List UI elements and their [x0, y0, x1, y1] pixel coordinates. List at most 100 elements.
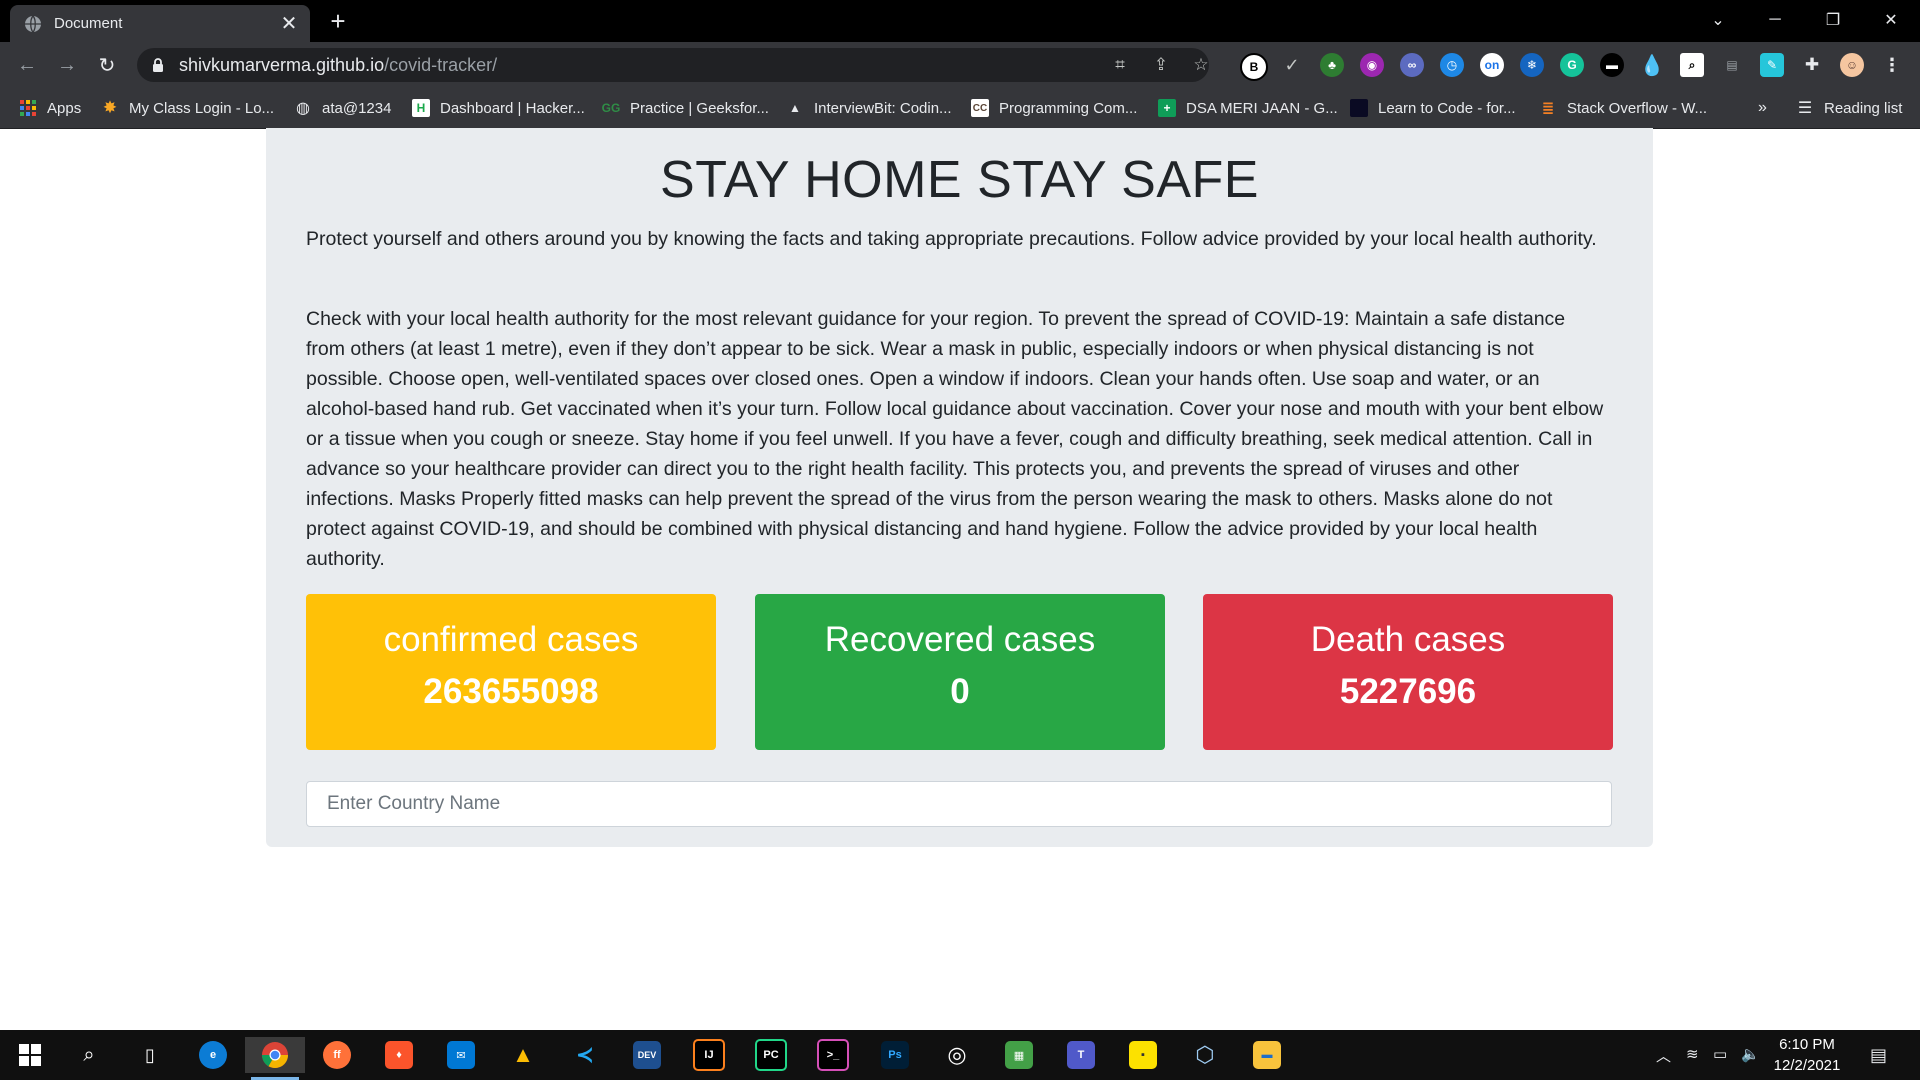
death-cases-card: Death cases 5227696: [1203, 594, 1613, 750]
bookmark-geeksforgeeks[interactable]: GG Practice | Geeksfor...: [602, 97, 769, 119]
tab-search-chevron-icon[interactable]: ⌄: [1695, 0, 1741, 40]
sticky-notes-taskbar-icon[interactable]: ▪: [1123, 1037, 1163, 1073]
bookmark-label: Programming Com...: [999, 99, 1138, 117]
globe-icon: [24, 15, 42, 33]
extensions-puzzle-icon[interactable]: ✚: [1800, 53, 1824, 77]
reload-button[interactable]: ↻: [93, 51, 121, 79]
minimize-button[interactable]: ─: [1752, 0, 1798, 40]
bookmark-codechef[interactable]: CC Programming Com...: [971, 97, 1137, 119]
geeksforgeeks-icon: GG: [601, 101, 621, 115]
back-button[interactable]: ←: [13, 51, 41, 79]
extension-purple-icon[interactable]: ◉: [1360, 53, 1384, 77]
pen-extension-icon[interactable]: ✎: [1760, 53, 1784, 77]
intellij-taskbar-icon[interactable]: IJ: [689, 1037, 729, 1073]
start-button[interactable]: [10, 1037, 50, 1073]
brave-taskbar-icon[interactable]: ♦: [379, 1037, 419, 1073]
bluestacks-taskbar-icon[interactable]: ▦: [999, 1037, 1039, 1073]
recovered-cases-value: 0: [950, 672, 970, 711]
droplet-extension-icon[interactable]: 💧: [1640, 53, 1665, 77]
bookmark-star-icon[interactable]: ☆: [1190, 54, 1212, 76]
checkmark-extension-icon[interactable]: ✓: [1280, 53, 1304, 77]
chrome-taskbar-icon[interactable]: [245, 1037, 305, 1080]
extension-dark-icon[interactable]: ▬: [1600, 53, 1624, 77]
teams-taskbar-icon[interactable]: T: [1061, 1037, 1101, 1073]
codechef-icon: CC: [971, 99, 989, 117]
bookmark-apps[interactable]: Apps: [19, 97, 81, 119]
browser-tab[interactable]: Document ✕: [10, 5, 310, 42]
google-drive-taskbar-icon[interactable]: ▲: [503, 1037, 543, 1073]
devcpp-taskbar-icon[interactable]: DEV: [627, 1037, 667, 1073]
lock-icon[interactable]: [151, 56, 165, 74]
battery-icon[interactable]: ▭: [1713, 1045, 1727, 1063]
obs-taskbar-icon[interactable]: ◎: [937, 1037, 977, 1073]
guidance-paragraph: Check with your local health authority f…: [306, 308, 1604, 570]
new-tab-button[interactable]: +: [325, 8, 351, 34]
bookmark-hackerrank[interactable]: H Dashboard | Hacker...: [412, 97, 585, 119]
bookmark-label: DSA MERI JAAN - G...: [1186, 99, 1338, 117]
bookmark-label: Stack Overflow - W...: [1567, 99, 1708, 117]
confirmed-cases-card: confirmed cases 263655098: [306, 594, 716, 750]
wifi-icon[interactable]: ≋: [1686, 1045, 1699, 1063]
freecodecamp-icon: [1350, 99, 1368, 117]
volume-icon[interactable]: 🔈: [1741, 1045, 1760, 1063]
clock-time: 6:10 PM: [1779, 1036, 1835, 1053]
bookmarks-overflow-button[interactable]: »: [1758, 97, 1767, 119]
bookmark-label: ata@1234: [322, 99, 392, 117]
close-tab-icon[interactable]: ✕: [278, 13, 300, 35]
mail-taskbar-icon[interactable]: ✉: [441, 1037, 481, 1073]
show-hidden-icons-chevron-icon[interactable]: ︿: [1656, 1045, 1671, 1066]
notification-center-icon[interactable]: ▤: [1870, 1045, 1887, 1066]
intro-paragraph: Protect yourself and others around you b…: [306, 228, 1597, 250]
extension-glasses-icon[interactable]: ∞: [1400, 53, 1424, 77]
bookmark-freecodecamp[interactable]: Learn to Code - for...: [1350, 97, 1516, 119]
reading-list-button[interactable]: ☰ Reading list: [1796, 97, 1903, 119]
bookmark-interviewbit[interactable]: ▲ InterviewBit: Codin...: [786, 97, 952, 119]
edge-taskbar-icon[interactable]: e: [193, 1037, 233, 1073]
vscode-taskbar-icon[interactable]: ≺: [565, 1037, 605, 1073]
reading-list-label: Reading list: [1824, 99, 1903, 117]
bookmark-ata[interactable]: ◍ ata@1234: [294, 97, 391, 119]
tree-extension-icon[interactable]: ♣: [1320, 53, 1344, 77]
bookmark-dsa-sheet[interactable]: + DSA MERI JAAN - G...: [1158, 97, 1338, 119]
terminal-taskbar-icon[interactable]: >_: [813, 1037, 853, 1073]
chrome-menu-icon[interactable]: ⋮: [1880, 53, 1904, 77]
windows-taskbar: ⌕ ▯ e ff ♦ ✉ ▲ ≺ DEV IJ PC >_ Ps ◎ ▦ T ▪…: [0, 1030, 1920, 1080]
profile-avatar[interactable]: ☺: [1840, 53, 1864, 77]
clock-extension-icon[interactable]: ◷: [1440, 53, 1464, 77]
notes-extension-icon[interactable]: ▤: [1720, 53, 1744, 77]
jumbotron-container: STAY HOME STAY SAFE Protect yourself and…: [266, 128, 1653, 847]
address-bar[interactable]: shivkumarverma.github.io/covid-tracker/: [137, 48, 1209, 82]
search-taskbar-icon[interactable]: ⌕: [69, 1037, 109, 1073]
browser-tab-strip: Document ✕ + ⌄ ─ ❐ ✕: [0, 0, 1920, 42]
share-icon[interactable]: ⇪: [1150, 54, 1172, 76]
bookmark-stackoverflow[interactable]: ≣ Stack Overflow - W...: [1539, 97, 1707, 119]
recovered-cases-card: Recovered cases 0: [755, 594, 1165, 750]
pycharm-taskbar-icon[interactable]: PC: [751, 1037, 791, 1073]
snowflake-extension-icon[interactable]: ❄: [1520, 53, 1544, 77]
country-search-input[interactable]: [306, 781, 1612, 827]
hackerrank-icon: H: [412, 99, 430, 117]
bookmark-label: Dashboard | Hacker...: [440, 99, 585, 117]
photoshop-taskbar-icon[interactable]: Ps: [875, 1037, 915, 1073]
close-window-button[interactable]: ✕: [1868, 0, 1914, 40]
restore-button[interactable]: ❐: [1810, 0, 1856, 40]
google-sheets-icon: +: [1158, 99, 1176, 117]
search-extension-icon[interactable]: ⌕: [1680, 53, 1704, 77]
bookmark-label: Apps: [47, 99, 82, 117]
taskbar-clock[interactable]: 6:10 PM 12/2/2021: [1762, 1034, 1852, 1076]
file-explorer-taskbar-icon[interactable]: ▬: [1247, 1037, 1287, 1073]
grammarly-icon[interactable]: G: [1560, 53, 1584, 77]
url-path: /covid-tracker/: [384, 54, 498, 75]
extension-toggle-icon[interactable]: on: [1480, 53, 1504, 77]
url-host: shivkumarverma.github.io: [179, 54, 385, 75]
recovered-cases-label: Recovered cases: [824, 620, 1096, 659]
bookmark-label: My Class Login - Lo...: [129, 99, 275, 117]
bookmark-my-class[interactable]: ✸ My Class Login - Lo...: [101, 97, 274, 119]
task-view-icon[interactable]: ▯: [130, 1037, 170, 1073]
browser-toolbar: ← → ↻ shivkumarverma.github.io/covid-tra…: [0, 42, 1920, 88]
translate-icon[interactable]: ⌗: [1109, 54, 1131, 76]
extension-b-icon[interactable]: B: [1240, 53, 1268, 81]
forward-button[interactable]: →: [53, 51, 81, 79]
virtualbox-taskbar-icon[interactable]: ⬡: [1185, 1037, 1225, 1073]
firefox-taskbar-icon[interactable]: ff: [317, 1037, 357, 1073]
